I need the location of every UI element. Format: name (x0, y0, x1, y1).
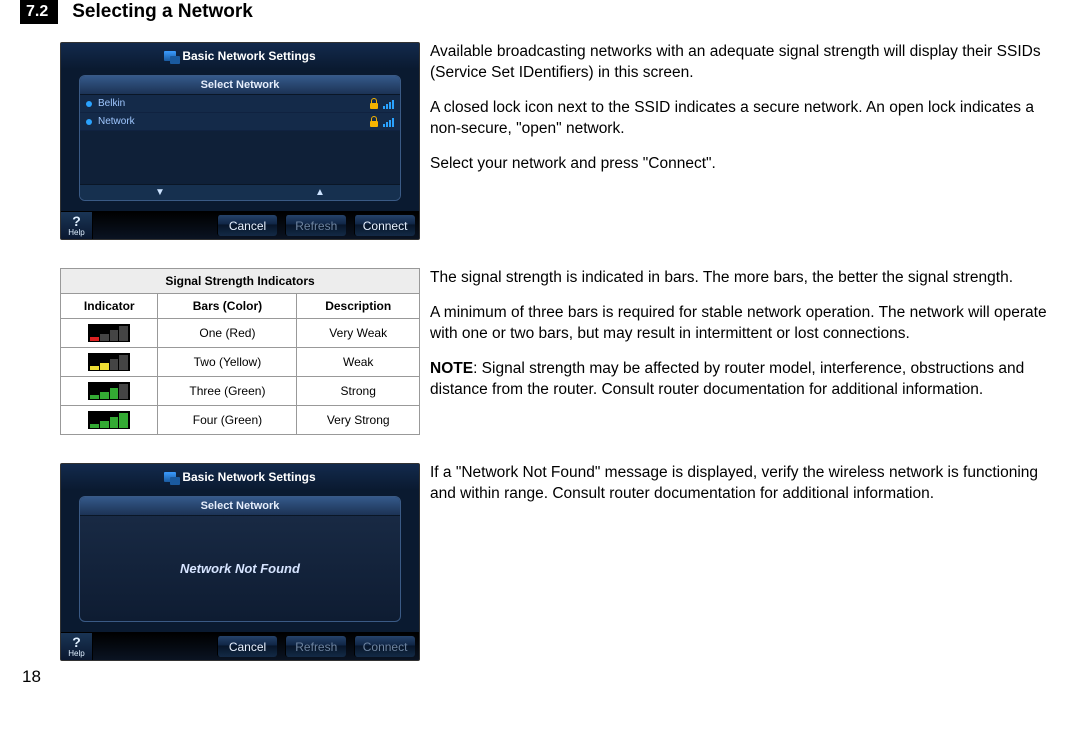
description-text: The signal strength is indicated in bars… (410, 268, 1060, 435)
paragraph: The signal strength is indicated in bars… (430, 268, 1060, 289)
section-title: Selecting a Network (72, 1, 253, 23)
signal-strength-table: Signal Strength Indicators Indicator Bar… (60, 268, 420, 435)
signal-bars-icon (383, 99, 394, 109)
bars-cell: Three (Green) (158, 377, 297, 406)
paragraph: If a "Network Not Found" message is disp… (430, 463, 1060, 505)
paragraph: Available broadcasting networks with an … (430, 42, 1060, 84)
signal-three-bar-icon (88, 382, 130, 400)
scroll-down-icon[interactable]: ▼ (80, 185, 240, 200)
desc-cell: Very Strong (297, 406, 420, 435)
window-title-text: Basic Network Settings (182, 470, 315, 484)
desc-cell: Strong (297, 377, 420, 406)
connect-button: Connect (354, 636, 415, 657)
window-title: Basic Network Settings (61, 43, 419, 69)
monitor-icon (164, 51, 176, 61)
cancel-button[interactable]: Cancel (217, 636, 278, 657)
scroll-arrows: ▼ ▲ (80, 184, 400, 200)
indicator-cell (61, 406, 158, 435)
lock-icon (369, 116, 379, 127)
refresh-button[interactable]: Refresh (285, 215, 346, 236)
panel-subtitle: Select Network (80, 497, 400, 516)
indicator-cell (61, 319, 158, 348)
window-title-text: Basic Network Settings (182, 49, 315, 63)
window-title: Basic Network Settings (61, 464, 419, 490)
indicator-cell (61, 348, 158, 377)
signal-bars-icon (383, 117, 394, 127)
paragraph: A closed lock icon next to the SSID indi… (430, 98, 1060, 140)
indicator-cell (61, 377, 158, 406)
desc-cell: Weak (297, 348, 420, 377)
note-text: : Signal strength may be affected by rou… (430, 360, 1024, 398)
question-icon: ? (72, 635, 81, 649)
network-name: Belkin (98, 98, 125, 109)
description-text: If a "Network Not Found" message is disp… (410, 463, 1060, 661)
section-header: 7.2 Selecting a Network (20, 0, 1060, 24)
table-title: Signal Strength Indicators (61, 269, 420, 294)
page-number: 18 (22, 667, 1060, 687)
col-header: Indicator (61, 294, 158, 319)
panel-subtitle: Select Network (80, 76, 400, 95)
help-label: Help (68, 228, 84, 237)
description-text: Available broadcasting networks with an … (410, 42, 1060, 240)
bars-cell: One (Red) (158, 319, 297, 348)
network-row[interactable]: Belkin (80, 95, 400, 113)
screenshot-network-not-found: Basic Network Settings Select Network Ne… (60, 463, 420, 661)
refresh-button[interactable]: Refresh (285, 636, 346, 657)
paragraph: NOTE: Signal strength may be affected by… (430, 359, 1060, 401)
col-header: Bars (Color) (158, 294, 297, 319)
note-label: NOTE (430, 360, 473, 377)
status-dot-icon (86, 119, 92, 125)
network-not-found-message: Network Not Found (80, 516, 400, 621)
status-dot-icon (86, 101, 92, 107)
help-button[interactable]: ? Help (61, 212, 93, 239)
help-button[interactable]: ? Help (61, 633, 93, 660)
help-label: Help (68, 649, 84, 658)
section-number: 7.2 (20, 0, 58, 24)
network-row[interactable]: Network (80, 113, 400, 131)
paragraph: Select your network and press "Connect". (430, 154, 1060, 175)
cancel-button[interactable]: Cancel (217, 215, 278, 236)
col-header: Description (297, 294, 420, 319)
bars-cell: Four (Green) (158, 406, 297, 435)
question-icon: ? (72, 214, 81, 228)
network-name: Network (98, 116, 135, 127)
paragraph: A minimum of three bars is required for … (430, 303, 1060, 345)
signal-four-bar-icon (88, 411, 130, 429)
signal-one-bar-icon (88, 324, 130, 342)
desc-cell: Very Weak (297, 319, 420, 348)
connect-button[interactable]: Connect (354, 215, 415, 236)
screenshot-network-list: Basic Network Settings Select Network Be… (60, 42, 420, 240)
bars-cell: Two (Yellow) (158, 348, 297, 377)
scroll-up-icon[interactable]: ▲ (240, 185, 400, 200)
lock-icon (369, 98, 379, 109)
monitor-icon (164, 472, 176, 482)
signal-two-bar-icon (88, 353, 130, 371)
